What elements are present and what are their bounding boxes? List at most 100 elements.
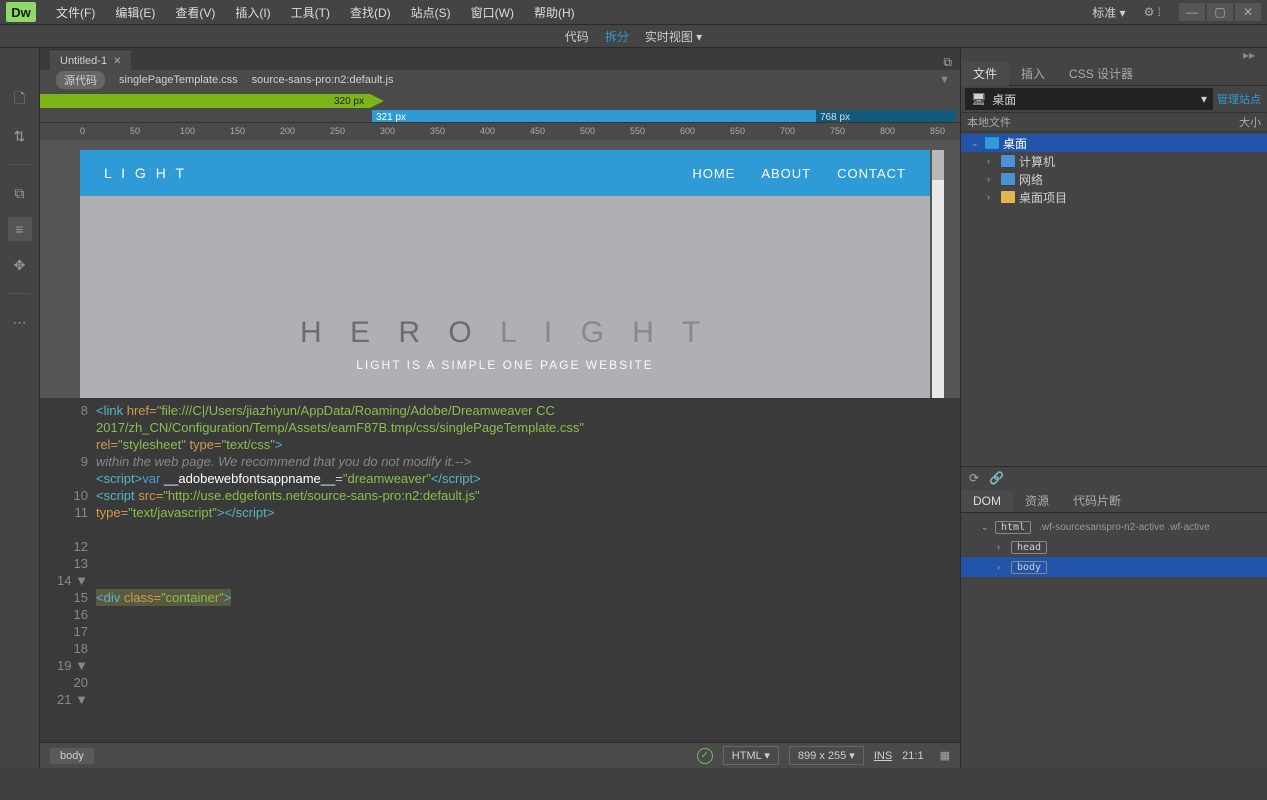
panel-tab[interactable]: 插入 xyxy=(1009,61,1057,86)
menu-item[interactable]: 编辑(E) xyxy=(107,1,163,24)
title-bar: Dw 文件(F)编辑(E)查看(V)插入(I)工具(T)查找(D)站点(S)窗口… xyxy=(0,0,1267,24)
media-query-bar: 320 px 321 px767 px 768 px xyxy=(40,90,960,122)
main-menu: 文件(F)编辑(E)查看(V)插入(I)工具(T)查找(D)站点(S)窗口(W)… xyxy=(48,1,1082,24)
menu-item[interactable]: 窗口(W) xyxy=(463,1,522,24)
format-icon[interactable]: ≡ xyxy=(8,217,32,241)
site-header: L I G H T HOME ABOUT CONTACT xyxy=(80,150,930,196)
panel-tab[interactable]: 代码片断 xyxy=(1061,488,1133,513)
ruler-tick: 0 xyxy=(80,126,85,136)
sync-settings-icon[interactable]: ⚙ ⁞ xyxy=(1144,5,1161,19)
page-canvas[interactable]: L I G H T HOME ABOUT CONTACT H E R O L I G… xyxy=(80,150,930,398)
ruler-tick: 200 xyxy=(280,126,295,136)
related-files-bar: 源代码 singlePageTemplate.css source-sans-p… xyxy=(40,70,960,90)
panel-tab[interactable]: CSS 设计器 xyxy=(1057,61,1145,86)
minimize-button[interactable]: — xyxy=(1179,3,1205,21)
ruler-tick: 150 xyxy=(230,126,245,136)
menu-item[interactable]: 文件(F) xyxy=(48,1,103,24)
design-scrollbar[interactable] xyxy=(932,150,944,398)
menu-item[interactable]: 站点(S) xyxy=(403,1,459,24)
doc-tab[interactable]: Untitled-1 ✕ xyxy=(50,51,131,70)
view-code[interactable]: 代码 xyxy=(565,28,589,45)
ruler-tick: 350 xyxy=(430,126,445,136)
ruler-tick: 300 xyxy=(380,126,395,136)
ruler-tick: 400 xyxy=(480,126,495,136)
ruler-tick: 550 xyxy=(630,126,645,136)
target-icon[interactable]: ✥ xyxy=(8,253,32,277)
hero-subtitle: LIGHT IS A SIMPLE ONE PAGE WEBSITE xyxy=(80,358,930,372)
site-dropdown[interactable]: 🖥 桌面 ▾ xyxy=(965,88,1213,110)
dom-tree-item[interactable]: ›body xyxy=(961,557,1267,577)
dom-panel-tabs: DOM资源代码片断 xyxy=(961,489,1267,513)
ruler-tick: 800 xyxy=(880,126,895,136)
app-logo: Dw xyxy=(6,2,36,22)
related-file[interactable]: singlePageTemplate.css xyxy=(119,74,238,86)
ruler-tick: 650 xyxy=(730,126,745,136)
file-tree-item[interactable]: ›桌面项目 xyxy=(961,188,1267,206)
insert-mode[interactable]: INS xyxy=(874,750,892,762)
menu-item[interactable]: 插入(I) xyxy=(227,1,278,24)
hero-title: H E R O L I G H T xyxy=(80,316,930,350)
manage-icon[interactable]: ⇅ xyxy=(8,124,32,148)
more-icon[interactable]: ⋯ xyxy=(8,310,32,334)
nav-link[interactable]: ABOUT xyxy=(761,166,811,181)
horizontal-ruler: 0 50 100 150 200 250 300 350 400 450 500 550 600 650 7… xyxy=(40,122,960,140)
workspace-selector[interactable]: 标准 ▾ xyxy=(1082,2,1135,23)
left-toolbar: 🗋 ⇅ ⧉ ≡ ✥ ⋯ xyxy=(0,48,40,768)
view-live[interactable]: 实时视图 ▾ xyxy=(645,28,702,45)
collapse-panel-icon[interactable]: ▸▸ xyxy=(1243,48,1261,62)
code-view[interactable]: 8 9 1011 121314 ▼1516171819 ▼2021 ▼ <lin… xyxy=(40,398,960,742)
refresh-icon[interactable]: ⟳ xyxy=(969,471,979,485)
manage-sites-link[interactable]: 管理站点 xyxy=(1217,91,1261,107)
panel-tab[interactable]: 资源 xyxy=(1013,488,1061,513)
link-icon[interactable]: 🔗 xyxy=(989,471,1004,485)
window-size[interactable]: 899 x 255 ▾ xyxy=(789,746,864,765)
ruler-tick: 600 xyxy=(680,126,695,136)
tab-close-icon[interactable]: ✕ xyxy=(113,56,121,67)
document-tabs: Untitled-1 ✕ ⧉ xyxy=(40,48,960,70)
ruler-tick: 500 xyxy=(580,126,595,136)
restore-panel-icon[interactable]: ⧉ xyxy=(943,55,952,70)
view-switcher: 代码 拆分 实时视图 ▾ xyxy=(0,24,1267,48)
file-tree-item[interactable]: ›网络 xyxy=(961,170,1267,188)
nav-link[interactable]: HOME xyxy=(692,166,735,181)
dom-tree-item[interactable]: ›head xyxy=(961,537,1267,557)
filter-icon[interactable]: ▼ xyxy=(939,74,950,86)
dom-tree-item[interactable]: ⌄html.wf-sourcesanspro-n2-active .wf-act… xyxy=(961,517,1267,537)
cursor-position: 21:1 xyxy=(902,750,923,762)
menu-item[interactable]: 查找(D) xyxy=(342,1,399,24)
monitor-icon: 🖥 xyxy=(971,92,986,106)
files-panel-tabs: 文件插入CSS 设计器 xyxy=(961,62,1267,86)
ruler-tick: 700 xyxy=(780,126,795,136)
file-tree-item[interactable]: ›计算机 xyxy=(961,152,1267,170)
view-split[interactable]: 拆分 xyxy=(605,28,629,45)
language-mode[interactable]: HTML ▾ xyxy=(723,746,779,765)
design-view: L I G H T HOME ABOUT CONTACT H E R O L I G… xyxy=(40,140,960,398)
menu-item[interactable]: 工具(T) xyxy=(283,1,338,24)
source-code-pill[interactable]: 源代码 xyxy=(56,71,105,89)
ruler-tick: 850 xyxy=(930,126,945,136)
panel-tab[interactable]: 文件 xyxy=(961,61,1009,86)
status-bar: body ✓ HTML ▾ 899 x 255 ▾ INS 21:1 ▦ xyxy=(40,742,960,768)
ruler-tick: 50 xyxy=(130,126,140,136)
nav-link[interactable]: CONTACT xyxy=(837,166,906,181)
collapse-icon[interactable]: ⧉ xyxy=(8,181,32,205)
site-brand: L I G H T xyxy=(104,165,187,181)
panel-tab[interactable]: DOM xyxy=(961,490,1013,512)
tag-selector[interactable]: body xyxy=(50,748,94,764)
menu-item[interactable]: 查看(V) xyxy=(167,1,223,24)
ruler-tick: 750 xyxy=(830,126,845,136)
col-local-files: 本地文件 xyxy=(967,114,1011,130)
file-icon[interactable]: 🗋 xyxy=(8,88,32,112)
file-tree-item[interactable]: ⌄桌面 xyxy=(961,134,1267,152)
related-file[interactable]: source-sans-pro:n2:default.js xyxy=(252,74,394,86)
close-button[interactable]: ✕ xyxy=(1235,3,1261,21)
col-size: 大小 xyxy=(1239,114,1261,130)
no-errors-icon[interactable]: ✓ xyxy=(697,748,713,764)
menu-item[interactable]: 帮助(H) xyxy=(526,1,583,24)
ruler-tick: 250 xyxy=(330,126,345,136)
preview-icon[interactable]: ▦ xyxy=(940,749,950,762)
maximize-button[interactable]: ▢ xyxy=(1207,3,1233,21)
ruler-tick: 100 xyxy=(180,126,195,136)
mq-range-1[interactable]: 320 px xyxy=(40,94,370,108)
ruler-tick: 450 xyxy=(530,126,545,136)
